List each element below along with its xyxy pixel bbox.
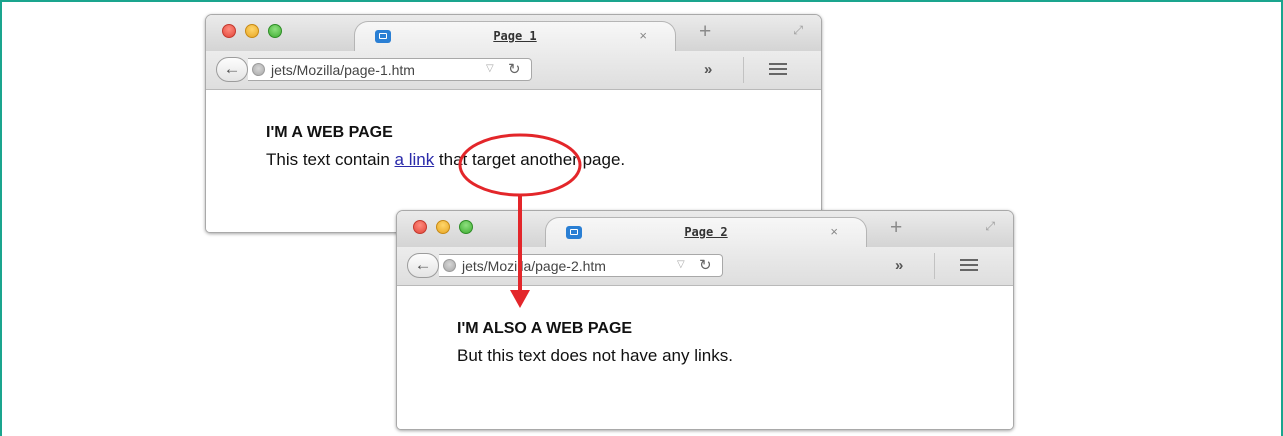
page-link[interactable]: a link [395,150,435,169]
title-bar: Page 1 × + ⤢ [206,15,821,52]
fullscreen-icon[interactable]: ⤢ [793,23,803,38]
address-text: jets/Mozilla/page-1.htm [271,62,415,78]
page-content: I'M ALSO A WEB PAGE But this text does n… [397,286,1013,429]
minimize-window-button[interactable] [436,220,450,234]
minimize-window-button[interactable] [245,24,259,38]
address-bar[interactable]: jets/Mozilla/page-2.htm ▽ ↻ [439,254,723,277]
maximize-window-button[interactable] [459,220,473,234]
title-bar: Page 2 × + ⤢ [397,211,1013,248]
tab-title: Page 1 [493,29,537,43]
globe-icon [443,259,456,272]
page-paragraph: This text contain a link that target ano… [266,150,726,169]
tab-close-icon[interactable]: × [639,28,647,43]
tab-close-icon[interactable]: × [830,224,838,239]
reload-icon[interactable]: ↻ [699,256,712,274]
new-tab-button[interactable]: + [699,21,711,42]
paragraph-text-after: that target another page. [434,150,626,169]
new-tab-button[interactable]: + [890,217,902,238]
fullscreen-icon[interactable]: ⤢ [985,219,995,234]
maximize-window-button[interactable] [268,24,282,38]
page-paragraph: But this text does not have any links. [457,346,733,365]
back-button[interactable]: ← [407,253,439,278]
overflow-chevron-button[interactable]: » [704,61,712,78]
toolbar-divider [743,57,744,83]
browser-window-page-1: Page 1 × + ⤢ ← jets/Mozilla/page-1.htm ▽… [205,14,822,233]
address-text: jets/Mozilla/page-2.htm [462,258,606,274]
globe-icon [252,63,265,76]
dropdown-arrow-icon[interactable]: ▽ [486,63,494,74]
tab-page-2[interactable]: Page 2 × [545,217,867,248]
back-button[interactable]: ← [216,57,248,82]
dropdown-arrow-icon[interactable]: ▽ [677,259,685,270]
reload-icon[interactable]: ↻ [508,60,521,78]
browser-window-page-2: Page 2 × + ⤢ ← jets/Mozilla/page-2.htm ▽… [396,210,1014,430]
toolbar-divider [934,253,935,279]
navigation-bar: ← jets/Mozilla/page-2.htm ▽ ↻ » [397,247,1013,286]
page-heading: I'M A WEB PAGE [266,124,393,141]
hamburger-menu-icon[interactable] [960,259,978,271]
close-window-button[interactable] [222,24,236,38]
page-heading: I'M ALSO A WEB PAGE [457,320,633,337]
address-bar[interactable]: jets/Mozilla/page-1.htm ▽ ↻ [248,58,532,81]
navigation-bar: ← jets/Mozilla/page-1.htm ▽ ↻ » [206,51,821,90]
hamburger-menu-icon[interactable] [769,63,787,75]
overflow-chevron-button[interactable]: » [895,257,903,274]
paragraph-text-before: This text contain [266,150,395,169]
tab-page-1[interactable]: Page 1 × [354,21,676,52]
tab-title: Page 2 [684,225,728,239]
close-window-button[interactable] [413,220,427,234]
